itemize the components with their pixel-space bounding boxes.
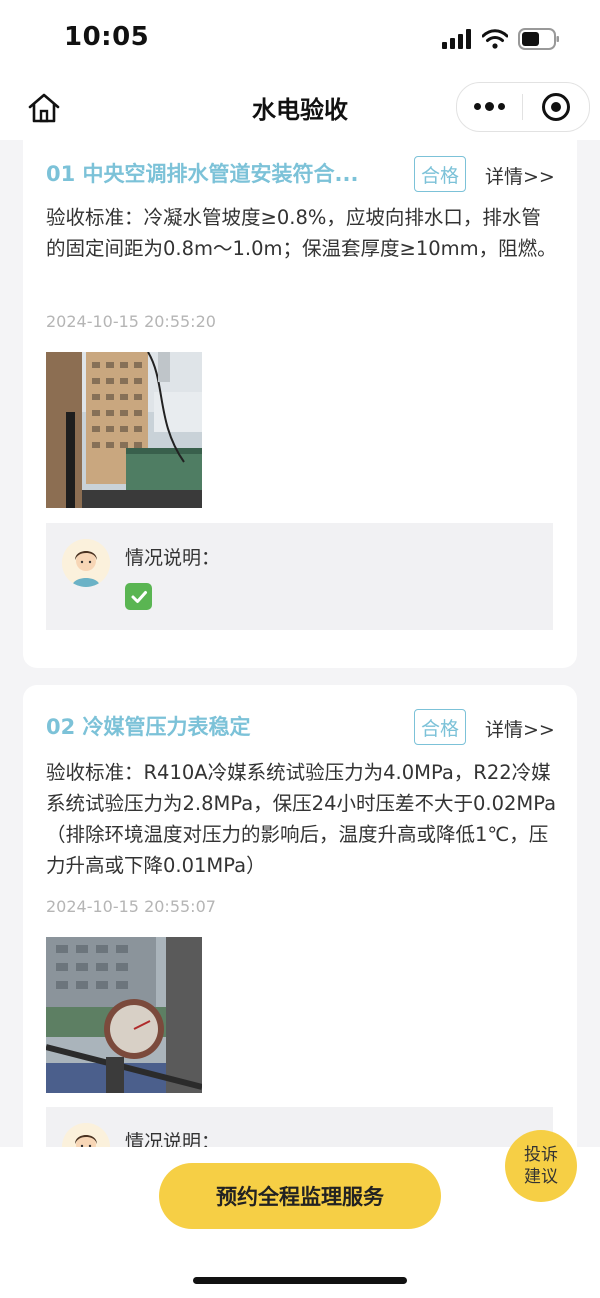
inspection-photo[interactable] (46, 352, 202, 508)
nav-bar: 水电验收 (0, 80, 600, 140)
details-link[interactable]: 详情>> (485, 162, 555, 189)
status-badge: 合格 (414, 709, 466, 745)
status-bar: 10:05 (0, 0, 600, 80)
book-supervision-button[interactable]: 预约全程监理服务 (159, 1163, 441, 1229)
complaint-label-line1: 投诉 (524, 1145, 558, 1165)
timestamp: 2024-10-15 20:55:07 (46, 897, 216, 916)
details-link[interactable]: 详情>> (485, 715, 555, 742)
acceptance-standard: 验收标准：冷凝水管坡度≥0.8%，应坡向排水口，排水管的固定间距为0.8m～1.… (46, 206, 557, 260)
more-button[interactable] (457, 83, 522, 131)
card-title: 02 冷媒管压力表稳定 (46, 715, 251, 739)
wifi-icon (482, 29, 508, 49)
timestamp: 2024-10-15 20:55:20 (46, 312, 216, 331)
acceptance-card-2: 02 冷媒管压力表稳定 合格 详情>> 验收标准：R410A冷媒系统试验压力为4… (23, 685, 577, 1205)
acceptance-standard: 验收标准：R410A冷媒系统试验压力为4.0MPa，R22冷媒系统试验压力为2.… (46, 761, 557, 877)
status-time: 10:05 (64, 22, 150, 52)
mini-program-capsule (456, 82, 590, 132)
card-title: 01 中央空调排水管道安装符合... (46, 162, 359, 186)
status-icons (442, 28, 560, 50)
acceptance-card-1: 01 中央空调排水管道安装符合... 合格 详情>> 验收标准：冷凝水管坡度≥0… (23, 120, 577, 668)
home-indicator (193, 1277, 407, 1284)
situation-label: 情况说明： (125, 547, 221, 569)
complaint-label-line2: 建议 (524, 1167, 558, 1187)
close-mini-program-button[interactable] (523, 83, 588, 131)
target-icon (541, 93, 570, 121)
battery-icon (518, 28, 559, 50)
complaint-suggestion-button[interactable]: 投诉 建议 (505, 1130, 577, 1202)
avatar (62, 539, 110, 587)
inspection-photo[interactable] (46, 937, 202, 1093)
more-dots-icon (474, 102, 505, 111)
situation-note: 情况说明： (46, 523, 553, 630)
signal-icon (442, 29, 471, 49)
status-badge: 合格 (414, 156, 466, 192)
check-mark-icon (125, 583, 152, 610)
